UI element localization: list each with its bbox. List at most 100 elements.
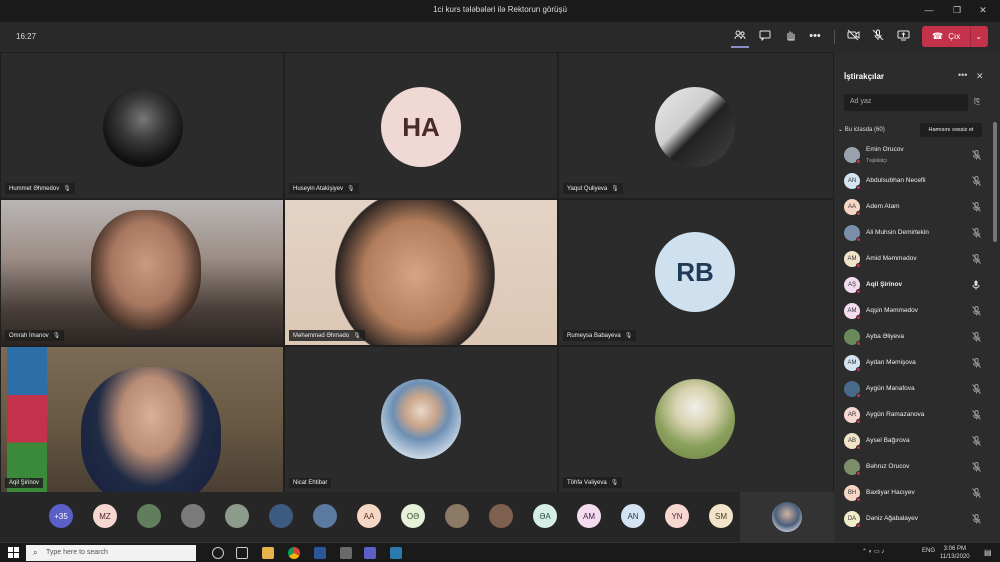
- participant-row[interactable]: AB Aysel Bağırova: [834, 428, 992, 454]
- video-tile[interactable]: Töhfə Vəliyeva 🎙︎: [559, 347, 833, 492]
- participants-icon[interactable]: [731, 29, 749, 48]
- participant-row[interactable]: Ayba Əliyeva: [834, 324, 992, 350]
- mic-off-icon[interactable]: [972, 332, 981, 344]
- strip-participant-avatar[interactable]: AN: [621, 504, 645, 528]
- strip-participant-avatar[interactable]: SM: [709, 504, 733, 528]
- video-tile[interactable]: Aqil Şirinov: [1, 347, 283, 492]
- mic-off-icon: 🎙︎: [610, 480, 619, 486]
- strip-participant-avatar[interactable]: [445, 504, 469, 528]
- video-tile[interactable]: HA Huseyin Atakişiyev 🎙︎: [285, 53, 557, 198]
- participant-row[interactable]: DA Dəniz Ağabalayev: [834, 506, 992, 532]
- panel-scrollbar[interactable]: [993, 122, 997, 242]
- strip-participant-avatar[interactable]: [225, 504, 249, 528]
- notifications-icon[interactable]: ▤: [984, 548, 992, 557]
- more-participants-badge[interactable]: +35: [49, 504, 73, 528]
- strip-participant-avatar[interactable]: [137, 504, 161, 528]
- raise-hand-icon[interactable]: [783, 29, 797, 43]
- camera-off-icon[interactable]: [846, 29, 860, 43]
- mic-off-icon[interactable]: [972, 306, 981, 318]
- mic-off-icon: 🎙︎: [52, 333, 61, 339]
- participant-row[interactable]: Bəhruz Orucov: [834, 454, 992, 480]
- participant-row[interactable]: AN Abdulsubhan Necefli: [834, 168, 992, 194]
- mic-on-icon[interactable]: [972, 280, 980, 292]
- mic-off-icon[interactable]: [972, 514, 981, 526]
- photos-icon[interactable]: [390, 547, 402, 559]
- strip-participant-avatar[interactable]: ƏA: [533, 504, 557, 528]
- video-tile[interactable]: Hummet Əhmedov 🎙︎: [1, 53, 283, 198]
- taskbar-search-input[interactable]: ⌕ Type here to search: [26, 545, 196, 561]
- participant-row[interactable]: AA Adem Atam: [834, 194, 992, 220]
- strip-participant-avatar[interactable]: YN: [665, 504, 689, 528]
- close-window-button[interactable]: ✕: [976, 3, 990, 17]
- mic-off-icon[interactable]: [972, 436, 981, 448]
- participant-name: Huseyin Atakişiyev: [293, 186, 344, 192]
- strip-participant-avatar[interactable]: [269, 504, 293, 528]
- strip-participant-avatar[interactable]: AM: [577, 504, 601, 528]
- mic-off-icon[interactable]: [972, 202, 981, 214]
- participant-row[interactable]: Ali Muhsin Demirtekin: [834, 220, 992, 246]
- participant-search-input[interactable]: Ad yaz: [844, 94, 968, 111]
- mic-off-icon[interactable]: [972, 228, 981, 240]
- participant-row[interactable]: AM Amid Məmmədov: [834, 246, 992, 272]
- strip-participant-avatar[interactable]: MZ: [93, 504, 117, 528]
- participant-avatar: AA: [844, 199, 861, 216]
- mic-off-icon[interactable]: [972, 410, 981, 422]
- taskbar-clock[interactable]: 3:06 PM 11/13/2020: [940, 545, 970, 561]
- teams-icon[interactable]: [364, 547, 376, 559]
- video-tile[interactable]: Nicat Ehtibar: [285, 347, 557, 492]
- video-tile[interactable]: Yaqut Quliyeva 🎙︎: [559, 53, 833, 198]
- participant-row[interactable]: AR Aygün Ramazanova: [834, 402, 992, 428]
- app-icon[interactable]: [340, 547, 352, 559]
- participant-row[interactable]: AŞ Aqil Şirinov: [834, 272, 992, 298]
- windows-start-icon[interactable]: [8, 547, 19, 558]
- meeting-toolbar: 16:27 ••• ☎ Çıx ⌄: [0, 22, 1000, 52]
- clock-time: 3:06 PM: [943, 546, 966, 552]
- word-icon[interactable]: [314, 547, 326, 559]
- strip-participant-avatar[interactable]: [181, 504, 205, 528]
- mic-off-icon: 🎙︎: [347, 186, 355, 192]
- chrome-icon[interactable]: [288, 547, 300, 559]
- tray-icons[interactable]: ⌃ ◐ ▭ ♪: [862, 548, 884, 555]
- mic-off-icon[interactable]: [972, 176, 981, 188]
- share-screen-icon[interactable]: [896, 29, 910, 43]
- strip-participant-avatar[interactable]: OƏ: [401, 504, 425, 528]
- more-actions-icon[interactable]: •••: [808, 29, 822, 43]
- participant-row[interactable]: AM Aydan Məmişova: [834, 350, 992, 376]
- share-invite-icon[interactable]: ⎘: [974, 97, 980, 107]
- mic-off-icon[interactable]: [972, 384, 981, 396]
- video-tile[interactable]: RB Rumeysa Babayeva 🎙︎: [559, 200, 833, 345]
- mic-off-icon[interactable]: [972, 462, 981, 474]
- maximize-button[interactable]: ❐: [950, 3, 964, 17]
- participant-row[interactable]: AM Aqşin Məmmədov: [834, 298, 992, 324]
- status-dot-icon: [856, 419, 861, 424]
- minimize-button[interactable]: —: [922, 3, 936, 17]
- in-meeting-section-header[interactable]: ⌄ Bu iclasda (60): [838, 126, 885, 133]
- video-tile[interactable]: Məhəmməd Əhmədo 🎙︎: [285, 200, 557, 345]
- participant-row[interactable]: Emin Orucov Təşkilatçı: [834, 142, 992, 168]
- language-indicator[interactable]: ENG: [922, 548, 935, 554]
- participant-avatar: AM: [844, 251, 861, 268]
- chat-icon[interactable]: [758, 29, 772, 43]
- leave-dropdown-icon[interactable]: ⌄: [970, 26, 986, 47]
- participant-row[interactable]: Aygün Manafova: [834, 376, 992, 402]
- strip-participant-avatar[interactable]: AA: [357, 504, 381, 528]
- cortana-icon[interactable]: [212, 547, 224, 559]
- mic-off-icon[interactable]: [972, 254, 981, 266]
- video-tile[interactable]: Omrah İmanov 🎙︎: [1, 200, 283, 345]
- participant-row[interactable]: BH Baxtiyar Hacıyev: [834, 480, 992, 506]
- file-explorer-icon[interactable]: [262, 547, 274, 559]
- more-options-icon[interactable]: •••: [958, 70, 967, 80]
- mute-all-button[interactable]: Hamısını səssiz et: [920, 123, 982, 137]
- mic-off-icon[interactable]: [871, 29, 885, 43]
- mic-off-icon[interactable]: [972, 488, 981, 500]
- close-panel-icon[interactable]: ✕: [976, 71, 984, 82]
- mic-off-icon[interactable]: [972, 150, 981, 162]
- task-view-icon[interactable]: [236, 547, 248, 559]
- strip-participant-avatar[interactable]: [489, 504, 513, 528]
- leave-button[interactable]: ☎ Çıx ⌄: [922, 26, 988, 47]
- strip-participant-avatar[interactable]: [313, 504, 337, 528]
- self-view-tile[interactable]: [740, 492, 834, 542]
- participant-name: Aygün Ramazanova: [866, 411, 925, 418]
- mic-off-icon[interactable]: [972, 358, 981, 370]
- participant-name-tag: Yaqut Quliyeva 🎙︎: [563, 183, 623, 194]
